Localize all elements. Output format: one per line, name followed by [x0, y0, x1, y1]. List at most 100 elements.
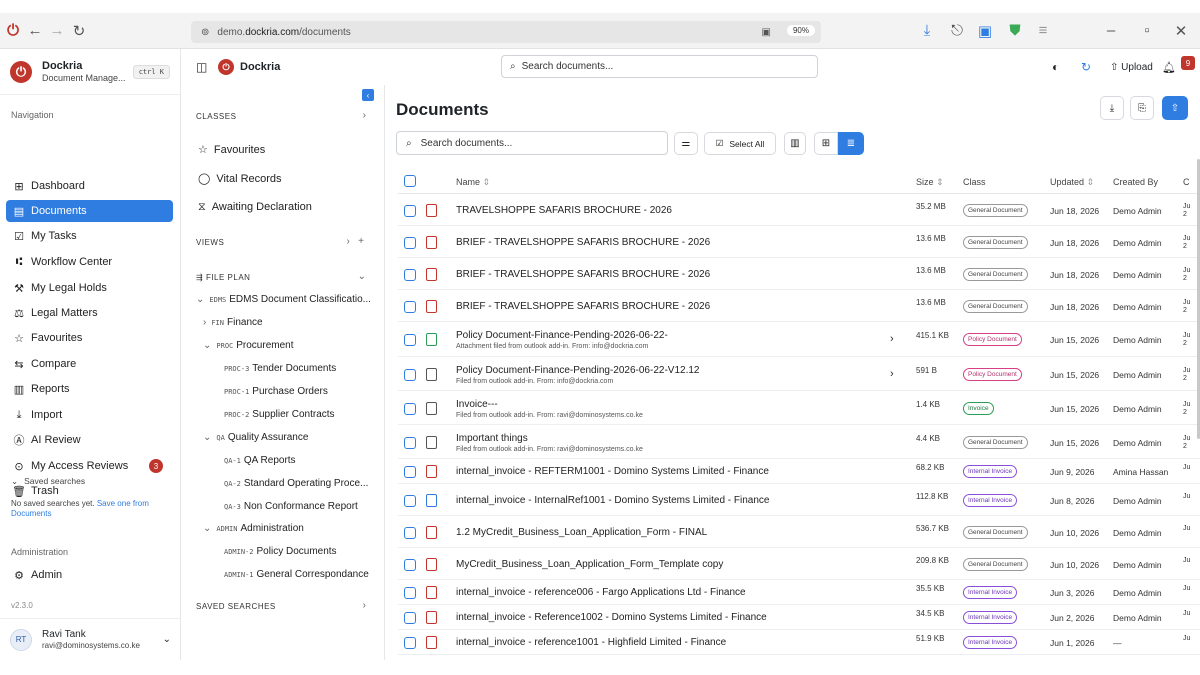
table-row[interactable]: internal_invoice - InternalRef1001 - Dom…	[398, 485, 1200, 516]
column-size[interactable]: Size ⇕	[916, 177, 944, 188]
sidebar-item-reports[interactable]: ▥ Reports	[6, 378, 173, 400]
table-row[interactable]: Invoice--- Filed from outlook add-in. Fro…	[398, 392, 1200, 425]
reload-icon[interactable]: ↻	[68, 20, 90, 42]
sidebar-item-compare[interactable]: ⇆ Compare	[6, 353, 173, 375]
select-all-button[interactable]: ☑ Select All	[704, 132, 776, 155]
document-name[interactable]: internal_invoice - reference006 - Fargo …	[456, 587, 876, 598]
import-button[interactable]: ⎘	[1130, 96, 1154, 120]
shield-icon[interactable]: ⛊	[1004, 20, 1026, 42]
minimize-icon[interactable]: –	[1100, 20, 1122, 42]
row-checkbox[interactable]	[404, 204, 416, 217]
file-plan-node[interactable]: ⌄ QA Quality Assurance	[203, 432, 308, 443]
theme-toggle-icon[interactable]: ◐	[1052, 60, 1059, 74]
document-search-input[interactable]: ⌕ Search documents...	[396, 131, 668, 155]
column-class[interactable]: Class	[963, 177, 986, 187]
sync-icon[interactable]: ↻	[1081, 60, 1091, 74]
file-plan-node[interactable]: QA-1 QA Reports	[224, 455, 296, 466]
row-checkbox[interactable]	[404, 587, 416, 599]
chevron-right-icon[interactable]: ›	[363, 600, 366, 611]
row-checkbox[interactable]	[404, 334, 416, 346]
column-created-by[interactable]: Created By	[1113, 177, 1158, 187]
upload-button[interactable]: ⇧ Upload	[1110, 62, 1153, 73]
sidebar-item-admin[interactable]: ⚙ Admin	[6, 564, 173, 586]
expand-chevron-icon[interactable]: ›	[890, 333, 894, 345]
file-plan-node[interactable]: PROC-1 Purchase Orders	[224, 386, 328, 397]
row-checkbox[interactable]	[404, 436, 416, 449]
file-plan-node[interactable]: PROC-2 Supplier Contracts	[224, 409, 335, 420]
views-actions[interactable]: › +	[346, 236, 364, 247]
sidebar-item-documents[interactable]: ▤ Documents	[6, 200, 173, 222]
file-plan-node[interactable]: ADMIN-2 Policy Documents	[224, 546, 337, 557]
row-checkbox[interactable]	[404, 466, 416, 478]
views-heading[interactable]: VIEWS	[196, 238, 224, 247]
file-plan-node[interactable]: ⌄ ADMIN Administration	[203, 523, 304, 534]
document-name[interactable]: TRAVELSHOPPE SAFARIS BROCHURE - 2026	[456, 205, 876, 216]
columns-button[interactable]: ▥	[784, 132, 806, 155]
document-name[interactable]: internal_invoice - REFTERM1001 - Domino …	[456, 466, 876, 477]
document-name[interactable]: BRIEF - TRAVELSHOPPE SAFARIS BROCHURE - …	[456, 301, 876, 312]
sidebar-item-favourites[interactable]: ☆ Favourites	[6, 327, 173, 349]
sidebar-item-legal-matters[interactable]: ⚖ Legal Matters	[6, 302, 173, 324]
sidebar-item-my-access-reviews[interactable]: ⊙ My Access Reviews 3	[6, 455, 173, 477]
classes-heading[interactable]: CLASSES	[196, 112, 236, 121]
row-checkbox[interactable]	[404, 526, 416, 539]
brand[interactable]: ⏻ Dockria Document Manage... ctrl K	[0, 49, 180, 95]
expand-chevron-icon[interactable]: ›	[890, 368, 894, 380]
table-row[interactable]: 1.2 MyCredit_Business_Loan_Application_F…	[398, 517, 1200, 548]
downloads-icon[interactable]: ⤓	[916, 20, 938, 42]
file-plan-node[interactable]: ADMIN-1 General Correspondance	[224, 569, 369, 580]
file-plan-node[interactable]: › FIN Finance	[203, 317, 263, 328]
chevron-right-icon[interactable]: ›	[363, 110, 366, 121]
extension-icon[interactable]: ▣	[974, 20, 996, 42]
chevron-down-icon[interactable]: ⌄	[196, 294, 204, 305]
forward-icon[interactable]: →	[46, 20, 68, 42]
table-row[interactable]: Policy Document-Finance-Pending-2026-06-…	[398, 358, 1200, 391]
document-name[interactable]: BRIEF - TRAVELSHOPPE SAFARIS BROCHURE - …	[456, 237, 876, 248]
row-checkbox[interactable]	[404, 494, 416, 507]
document-name[interactable]: internal_invoice - Reference1002 - Domin…	[456, 612, 876, 623]
zoom-level[interactable]: 90%	[786, 25, 815, 36]
collapse-panel-icon[interactable]: ‹	[362, 89, 374, 101]
row-checkbox[interactable]	[404, 368, 416, 381]
file-plan-node[interactable]: QA-2 Standard Operating Proce...	[224, 478, 368, 489]
saved-searches-heading[interactable]: SAVED SEARCHES	[196, 602, 276, 611]
close-icon[interactable]: ✕	[1170, 20, 1192, 42]
bell-icon[interactable]: 🔔︎	[1162, 61, 1176, 74]
filter-button[interactable]: ⚌	[674, 132, 698, 155]
table-row[interactable]: TRAVELSHOPPE SAFARIS BROCHURE - 2026 35.2…	[398, 195, 1200, 226]
table-row[interactable]: internal_invoice - reference006 - Fargo …	[398, 581, 1200, 605]
table-row[interactable]: BRIEF - TRAVELSHOPPE SAFARIS BROCHURE - …	[398, 259, 1200, 290]
document-name[interactable]: 1.2 MyCredit_Business_Loan_Application_F…	[456, 527, 876, 538]
document-name[interactable]: BRIEF - TRAVELSHOPPE SAFARIS BROCHURE - …	[456, 269, 876, 280]
download-button[interactable]: ⤓	[1100, 96, 1124, 120]
table-row[interactable]: Important things Filed from outlook add-i…	[398, 426, 1200, 459]
table-row[interactable]: MyCredit_Business_Loan_Application_Form_…	[398, 549, 1200, 580]
command-shortcut[interactable]: ctrl K	[132, 64, 170, 79]
address-bar[interactable]: ⊚ demo. dockria.com/documents ▣ 90%	[191, 21, 821, 43]
document-name[interactable]: internal_invoice - InternalRef1001 - Dom…	[456, 495, 876, 506]
file-plan-heading[interactable]: ⇶ FILE PLAN	[196, 273, 250, 282]
row-checkbox[interactable]	[404, 268, 416, 281]
table-row[interactable]: BRIEF - TRAVELSHOPPE SAFARIS BROCHURE - …	[398, 291, 1200, 322]
class-item-awaiting-declaration[interactable]: ⧖ Awaiting Declaration	[198, 201, 312, 214]
file-plan-node[interactable]: ⌄ EDMS EDMS Document Classificatio...	[196, 294, 371, 305]
document-name[interactable]: Invoice--- Filed from outlook add-in. Fro…	[456, 399, 876, 419]
chevron-down-icon[interactable]: ⌄	[203, 523, 211, 534]
row-checkbox[interactable]	[404, 612, 416, 624]
document-name[interactable]: MyCredit_Business_Loan_Application_Form_…	[456, 559, 876, 570]
user-menu[interactable]: RT Ravi Tank ravi@dominosystems.co.ke ⌄	[0, 618, 181, 660]
sidebar-item-my-legal-holds[interactable]: ⚒ My Legal Holds	[6, 277, 173, 299]
row-checkbox[interactable]	[404, 402, 416, 415]
restore-icon[interactable]: ▫	[1136, 20, 1158, 42]
document-name[interactable]: Important things Filed from outlook add-i…	[456, 433, 876, 453]
share-icon[interactable]: ⎋	[946, 20, 968, 42]
sidebar-item-my-tasks[interactable]: ☑ My Tasks	[6, 225, 173, 247]
list-view-button[interactable]: ≣	[838, 132, 864, 155]
global-search-input[interactable]: ⌕ Search documents...	[501, 55, 818, 78]
column-name[interactable]: Name ⇕	[456, 177, 490, 188]
row-checkbox[interactable]	[404, 558, 416, 571]
chevron-down-icon[interactable]: ⌄	[203, 340, 211, 351]
document-name[interactable]: internal_invoice - reference1001 - Highf…	[456, 637, 876, 648]
upload-button[interactable]: ⇧	[1162, 96, 1188, 120]
table-row[interactable]: BRIEF - TRAVELSHOPPE SAFARIS BROCHURE - …	[398, 227, 1200, 258]
